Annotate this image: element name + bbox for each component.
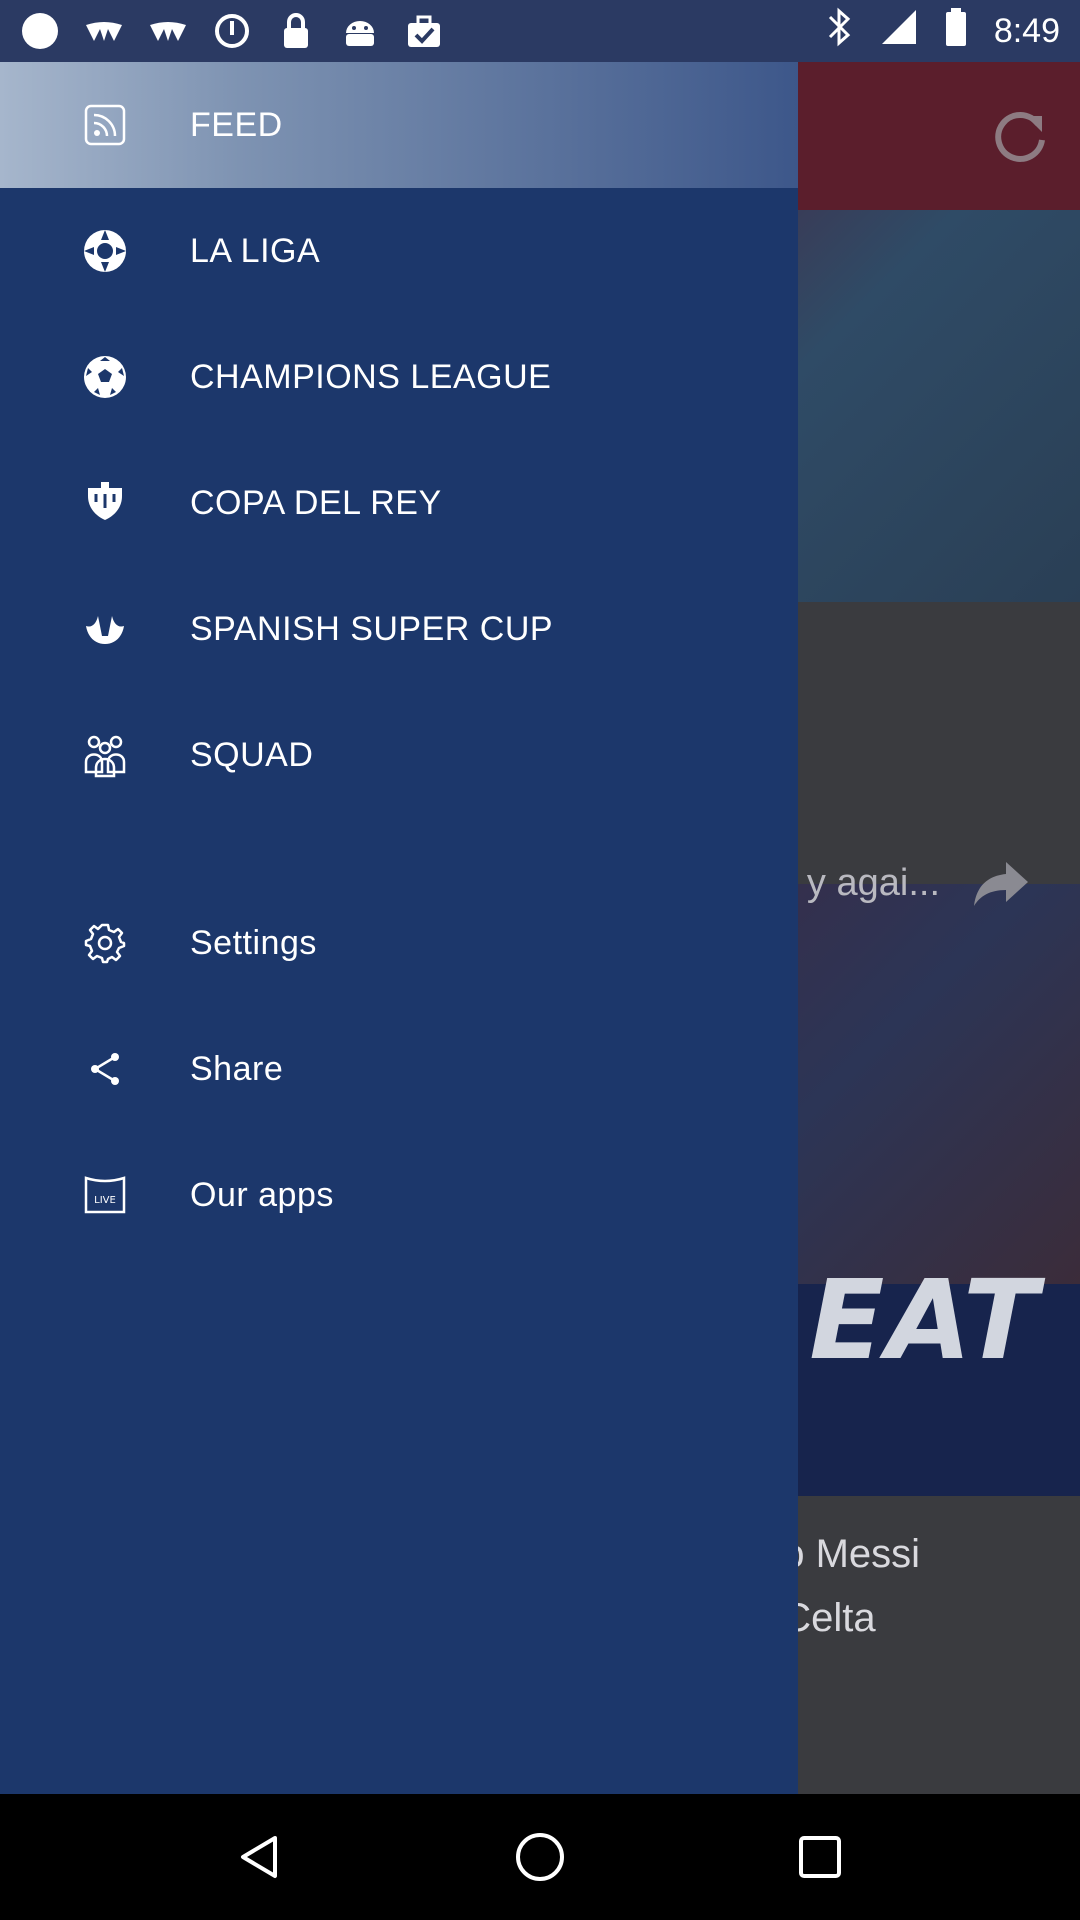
menu-item-copa-del-rey[interactable]: COPA DEL REY bbox=[0, 440, 798, 566]
menu-item-feed[interactable]: FEED bbox=[0, 62, 798, 188]
status-right: 8:49 bbox=[826, 7, 1060, 56]
svg-text:LIVE: LIVE bbox=[94, 1195, 116, 1206]
menu-label: COPA DEL REY bbox=[190, 483, 442, 522]
share-icon bbox=[82, 1046, 128, 1092]
menu-item-spanish-super-cup[interactable]: SPANISH SUPER CUP bbox=[0, 566, 798, 692]
home-button[interactable] bbox=[510, 1827, 570, 1887]
video-title: y agai... bbox=[806, 862, 940, 904]
live-app-icon: LIVE bbox=[82, 1172, 128, 1218]
timer-icon bbox=[212, 11, 252, 51]
notification-icons bbox=[20, 11, 444, 51]
briefcase-check-icon bbox=[404, 11, 444, 51]
menu-item-champions-league[interactable]: CHAMPIONS LEAGUE bbox=[0, 314, 798, 440]
system-nav-bar bbox=[0, 1794, 1080, 1920]
menu-item-squad[interactable]: SQUAD bbox=[0, 692, 798, 818]
gear-icon bbox=[82, 920, 128, 966]
recents-button[interactable] bbox=[790, 1827, 850, 1887]
menu-label: Settings bbox=[190, 923, 317, 962]
circle-notification-icon bbox=[20, 11, 60, 51]
navigation-drawer: FEED LA LIGA CHAMPIONS LEAGUE COPA DEL R… bbox=[0, 62, 798, 1794]
back-button[interactable] bbox=[230, 1827, 290, 1887]
rss-feed-icon bbox=[82, 102, 128, 148]
menu-label: FEED bbox=[190, 105, 283, 144]
laliga-logo-icon bbox=[82, 228, 128, 274]
status-bar: 8:49 bbox=[0, 0, 1080, 62]
menu-label: CHAMPIONS LEAGUE bbox=[190, 357, 552, 396]
soccer-ball-icon bbox=[82, 354, 128, 400]
trophy-icon bbox=[82, 480, 128, 526]
share-arrow-icon[interactable] bbox=[972, 858, 1032, 910]
menu-label: SQUAD bbox=[190, 735, 314, 774]
clock: 8:49 bbox=[993, 11, 1060, 50]
lock-icon bbox=[276, 11, 316, 51]
wings-icon bbox=[148, 11, 188, 51]
menu-label: Share bbox=[190, 1049, 284, 1088]
menu-label: Our apps bbox=[190, 1175, 334, 1214]
wings-icon bbox=[84, 11, 124, 51]
super-cup-icon bbox=[82, 606, 128, 652]
menu-label: LA LIGA bbox=[190, 231, 321, 270]
refresh-icon[interactable] bbox=[988, 104, 1052, 168]
menu-item-la-liga[interactable]: LA LIGA bbox=[0, 188, 798, 314]
menu-item-settings[interactable]: Settings bbox=[0, 880, 798, 1006]
menu-label: SPANISH SUPER CUP bbox=[190, 609, 554, 648]
menu-item-share[interactable]: Share bbox=[0, 1006, 798, 1132]
menu-item-our-apps[interactable]: LIVE Our apps bbox=[0, 1132, 798, 1258]
android-icon bbox=[340, 11, 380, 51]
battery-icon bbox=[944, 7, 968, 56]
squad-icon bbox=[82, 732, 128, 778]
bluetooth-icon bbox=[826, 7, 854, 56]
signal-icon bbox=[880, 8, 918, 55]
